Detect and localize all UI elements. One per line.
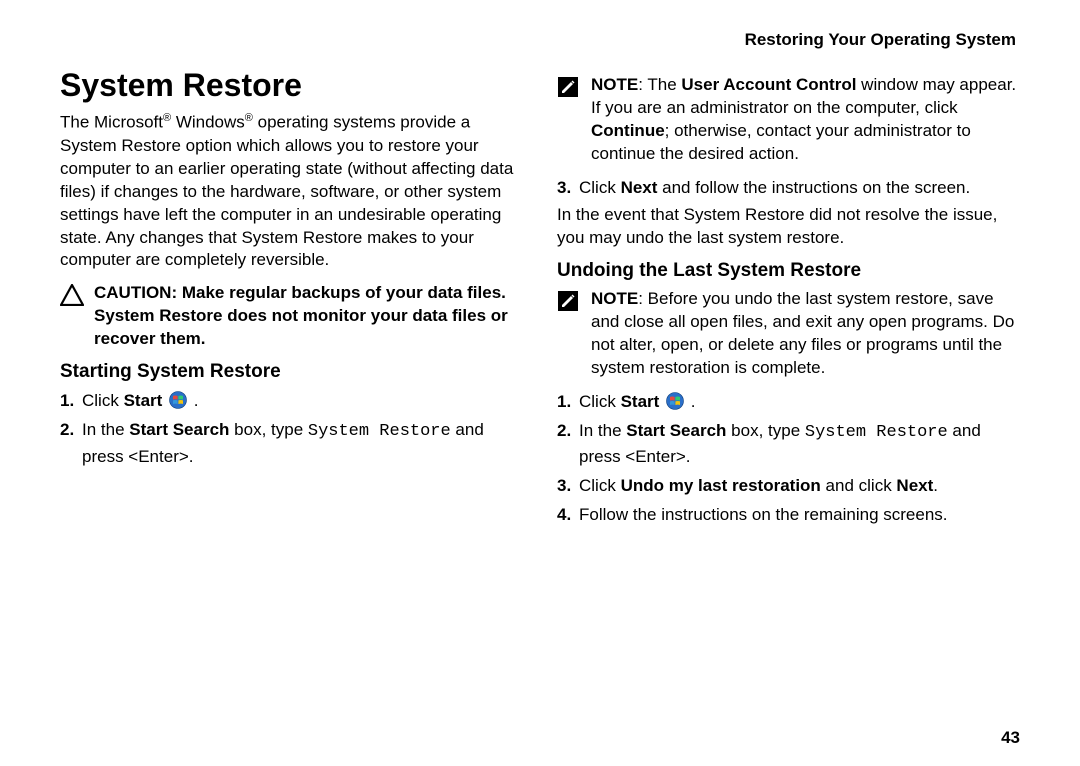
- bridge-paragraph: In the event that System Restore did not…: [557, 204, 1020, 250]
- caution-callout: CAUTION: Make regular backups of your da…: [60, 282, 523, 351]
- note-text: NOTE: The User Account Control window ma…: [591, 74, 1020, 166]
- step-text: Click: [579, 476, 621, 495]
- caution-icon: [60, 284, 84, 306]
- start-search-label: Start Search: [129, 420, 229, 439]
- step-text: box, type: [229, 420, 307, 439]
- step-item: Click Start .: [60, 389, 523, 414]
- step-tail: .: [686, 392, 695, 411]
- right-column: NOTE: The User Account Control window ma…: [557, 68, 1020, 531]
- left-column: System Restore The Microsoft® Windows® o…: [60, 68, 523, 531]
- page-title: System Restore: [60, 68, 523, 103]
- note-label: NOTE: [591, 289, 638, 308]
- step-text: Click: [579, 392, 621, 411]
- continue-label: Continue: [591, 121, 665, 140]
- step-text: In the: [82, 420, 129, 439]
- note-body: : The: [638, 75, 681, 94]
- windows-start-icon: [169, 391, 187, 409]
- step-item: Follow the instructions on the remaining…: [557, 503, 1020, 528]
- start-label: Start: [124, 391, 163, 410]
- manual-page: Restoring Your Operating System System R…: [0, 0, 1080, 766]
- step-text: and click: [821, 476, 897, 495]
- step-text: and follow the instructions on the scree…: [657, 178, 970, 197]
- step-text: box, type: [726, 421, 804, 440]
- starting-steps: Click Start . In the Start Search box, t…: [60, 389, 523, 469]
- undo-heading: Undoing the Last System Restore: [557, 260, 1020, 282]
- starting-heading: Starting System Restore: [60, 361, 523, 383]
- undo-restoration-label: Undo my last restoration: [621, 476, 821, 495]
- intro-text-post: operating systems provide a System Resto…: [60, 113, 513, 270]
- registered-symbol: ®: [245, 112, 253, 124]
- undo-steps: Click Start . In the Start Search box, t…: [557, 390, 1020, 527]
- step-tail: .: [189, 391, 198, 410]
- step-item: In the Start Search box, type System Res…: [60, 418, 523, 469]
- step-item: In the Start Search box, type System Res…: [557, 419, 1020, 470]
- note-icon: [557, 290, 581, 312]
- step-item: Click Start .: [557, 390, 1020, 415]
- note-body: : Before you undo the last system restor…: [591, 289, 1014, 377]
- code-text: System Restore: [308, 422, 451, 441]
- intro-text-mid: Windows: [171, 113, 245, 132]
- uac-label: User Account Control: [681, 75, 856, 94]
- page-number: 43: [1001, 728, 1020, 748]
- note-text: NOTE: Before you undo the last system re…: [591, 288, 1020, 380]
- start-search-label: Start Search: [626, 421, 726, 440]
- step-text: .: [933, 476, 938, 495]
- step-text: In the: [579, 421, 626, 440]
- next-label: Next: [621, 178, 658, 197]
- registered-symbol: ®: [163, 112, 171, 124]
- intro-paragraph: The Microsoft® Windows® operating system…: [60, 111, 523, 272]
- windows-start-icon: [666, 392, 684, 410]
- code-text: System Restore: [805, 423, 948, 442]
- note-icon: [557, 76, 581, 98]
- caution-label: CAUTION:: [94, 283, 182, 302]
- start-label: Start: [621, 392, 660, 411]
- step-text: Follow the instructions on the remaining…: [579, 505, 948, 524]
- next-label: Next: [896, 476, 933, 495]
- continued-steps: Click Next and follow the instructions o…: [557, 176, 1020, 201]
- note-callout: NOTE: Before you undo the last system re…: [557, 288, 1020, 380]
- caution-text: CAUTION: Make regular backups of your da…: [94, 282, 523, 351]
- step-item: Click Undo my last restoration and click…: [557, 474, 1020, 499]
- intro-text-pre: The Microsoft: [60, 113, 163, 132]
- section-header: Restoring Your Operating System: [60, 30, 1020, 50]
- note-callout: NOTE: The User Account Control window ma…: [557, 74, 1020, 166]
- note-label: NOTE: [591, 75, 638, 94]
- content-columns: System Restore The Microsoft® Windows® o…: [60, 68, 1020, 531]
- step-text: Click: [82, 391, 124, 410]
- step-item: Click Next and follow the instructions o…: [557, 176, 1020, 201]
- step-text: Click: [579, 178, 621, 197]
